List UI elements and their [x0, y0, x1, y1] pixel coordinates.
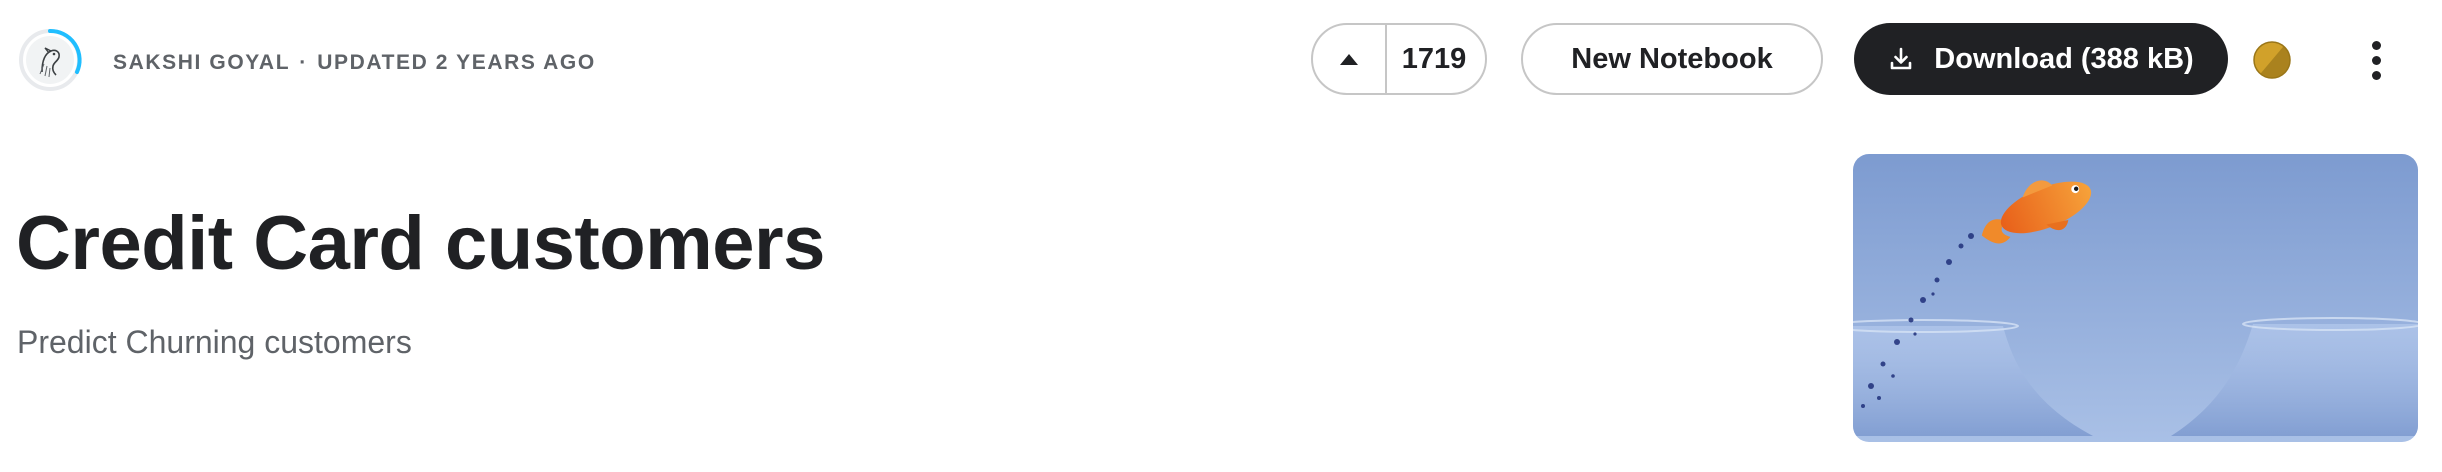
download-icon — [1888, 46, 1914, 72]
dot — [2371, 70, 2381, 80]
updated-text: UPDATED 2 YEARS AGO — [317, 51, 596, 74]
more-options-button[interactable] — [2352, 36, 2400, 84]
dataset-cover-image — [1853, 154, 2418, 442]
dataset-header: SAKSHI GOYAL · UPDATED 2 YEARS AGO 1719 … — [0, 0, 2442, 472]
dataset-title: Credit Card customers — [16, 201, 825, 286]
gold-medal-icon[interactable] — [2253, 41, 2291, 79]
dataset-subtitle: Predict Churning customers — [17, 324, 412, 360]
download-label: Download (388 kB) — [1934, 42, 2194, 75]
upvote-count[interactable]: 1719 — [1387, 25, 1485, 93]
author-avatar[interactable] — [18, 28, 82, 92]
author-name[interactable]: SAKSHI GOYAL — [113, 51, 290, 74]
author-byline: SAKSHI GOYAL · UPDATED 2 YEARS AGO — [113, 50, 596, 76]
dot — [2371, 55, 2381, 65]
vertical-dots-icon — [2371, 40, 2381, 50]
download-button[interactable]: Download (388 kB) — [1854, 23, 2228, 95]
upvote-group: 1719 — [1311, 23, 1487, 95]
byline-separator: · — [299, 51, 308, 74]
new-notebook-button[interactable]: New Notebook — [1521, 23, 1823, 95]
upvote-button[interactable] — [1313, 25, 1387, 93]
caret-up-icon — [1340, 53, 1358, 65]
